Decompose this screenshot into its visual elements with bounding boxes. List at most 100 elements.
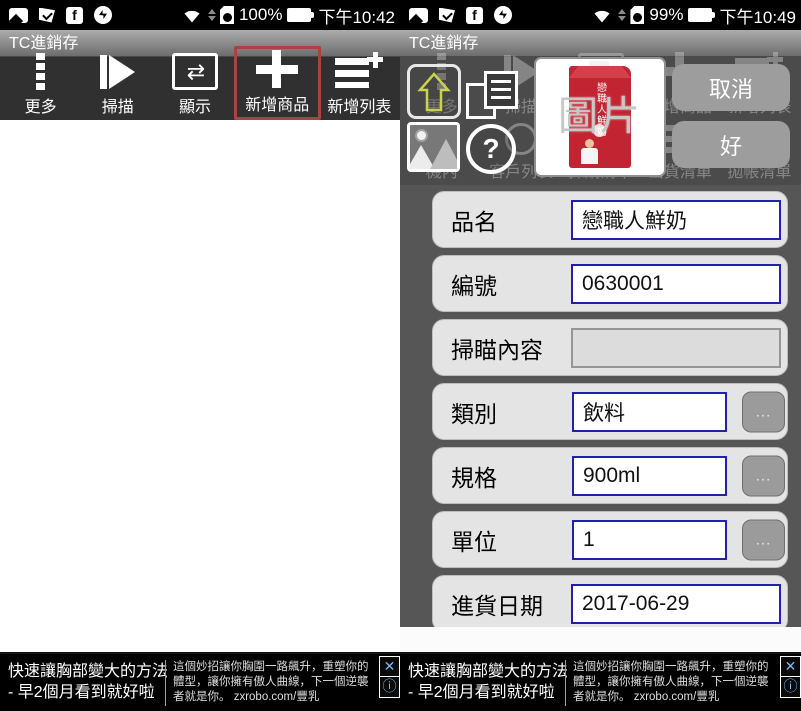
battery-percent: 99% — [649, 5, 683, 25]
toolbar: 更多 掃描 ⇄ 顯示 新增商品 新增列表 — [0, 57, 400, 120]
purchase-date-input[interactable] — [571, 584, 781, 624]
wifi-icon — [181, 7, 203, 24]
more-icon — [36, 53, 45, 90]
photos-check-icon — [39, 8, 55, 23]
dual-screenshot: f 100% 下午10:42 TC進銷存 更多 掃描 — [0, 0, 801, 711]
image-watermark: 圖片 — [536, 83, 664, 141]
product-image-preview[interactable]: 戀職人鮮奶 圖片 — [534, 57, 666, 177]
notification-icons: f — [400, 6, 512, 24]
unit-input[interactable] — [572, 520, 727, 560]
field-label: 規格 — [451, 459, 497, 493]
toolbar-label: 更多 — [25, 93, 57, 117]
form-bottom-gap — [400, 627, 801, 652]
help-button[interactable]: ? — [466, 124, 516, 174]
add-list-icon — [335, 52, 383, 90]
ad-info-icon[interactable]: ⓘ — [780, 677, 801, 698]
scan-icon — [100, 53, 135, 90]
form-row-category: 類別 ... — [432, 383, 788, 440]
clock: 下午10:49 — [719, 3, 796, 28]
messenger-icon — [94, 6, 112, 24]
swap-arrows-icon: ⇄ — [172, 53, 218, 90]
notification-icons: f — [0, 6, 112, 24]
ad-divider — [165, 660, 166, 706]
field-label: 單位 — [451, 523, 497, 557]
form-row-unit: 單位 ... — [432, 511, 788, 568]
ad-headline: 快速讓胸部變大的方法 - 早2個月看到就好啦 — [400, 662, 563, 704]
field-label: 類別 — [451, 395, 497, 429]
toolbar-label: 顯示 — [179, 93, 211, 117]
toolbar-label: 新增列表 — [327, 93, 391, 117]
ad-banner[interactable]: 快速讓胸部變大的方法 - 早2個月看到就好啦 這個妙招讓你胸圍一路飆升，重塑你的… — [0, 652, 400, 711]
product-code-input[interactable] — [571, 264, 781, 304]
spec-picker-button[interactable]: ... — [742, 455, 785, 496]
toolbar-label: 新增商品 — [245, 91, 309, 115]
carton-model-body — [581, 148, 598, 164]
unit-picker-button[interactable]: ... — [742, 519, 785, 560]
product-name-input[interactable] — [571, 200, 781, 240]
product-form: 品名 編號 掃瞄內容 類別 ... 規格 ... 單位 — [400, 185, 801, 627]
status-bar: f 100% 下午10:42 — [0, 0, 400, 30]
field-label: 編號 — [451, 267, 497, 301]
ad-body: 這個妙招讓你胸圍一路飆升，重塑你的體型，讓你擁有傲人曲線，下一個逆襲者就是你。 … — [573, 660, 801, 706]
form-row-purchase-date: 進貨日期 — [432, 575, 788, 627]
copy-image-button[interactable] — [466, 71, 520, 119]
cancel-button[interactable]: 取消 — [672, 64, 790, 111]
toolbar-item-add-list[interactable]: 新增列表 — [321, 52, 398, 120]
form-row-spec: 規格 ... — [432, 447, 788, 504]
ad-controls: ✕ ⓘ — [780, 656, 801, 698]
toolbar-label: 掃描 — [102, 93, 134, 117]
sdcard-icon — [630, 6, 644, 24]
ad-headline-line2: - 早2個月看到就好啦 — [408, 683, 563, 704]
sun-icon — [417, 131, 426, 140]
field-label: 掃瞄內容 — [451, 331, 543, 365]
wifi-icon — [591, 7, 613, 24]
ad-close-icon[interactable]: ✕ — [780, 656, 801, 677]
toolbar-item-scan[interactable]: 掃描 — [79, 53, 156, 120]
battery-icon — [688, 8, 712, 22]
toolbar-item-more[interactable]: 更多 — [2, 53, 79, 120]
screenshot-icon — [9, 8, 28, 23]
ad-controls: ✕ ⓘ — [379, 656, 400, 698]
plus-icon — [256, 50, 298, 88]
screen-right: f 99% 下午10:49 TC進銷存 更多 — [400, 0, 801, 711]
question-mark-icon: ? — [482, 133, 499, 165]
toolbar-item-display[interactable]: ⇄ 顯示 — [156, 53, 233, 120]
ad-headline-line1: 快速讓胸部變大的方法 — [8, 662, 163, 683]
data-arrows-icon — [208, 9, 216, 21]
screenshot-icon — [409, 8, 428, 23]
field-label: 進貨日期 — [451, 587, 543, 621]
copy-front-page — [484, 71, 518, 109]
form-row-scan-content: 掃瞄內容 — [432, 319, 788, 376]
battery-icon — [287, 8, 311, 22]
ad-close-icon[interactable]: ✕ — [379, 656, 400, 677]
facebook-icon: f — [66, 7, 83, 24]
gallery-icon-button[interactable] — [407, 122, 460, 172]
form-row-product-name: 品名 — [432, 191, 788, 248]
battery-percent: 100% — [239, 5, 282, 25]
sdcard-icon — [220, 6, 234, 24]
status-bar: f 99% 下午10:49 — [400, 0, 801, 30]
upload-image-button[interactable] — [407, 64, 461, 119]
ok-button[interactable]: 好 — [672, 121, 790, 168]
toolbar-item-add-product[interactable]: 新增商品 — [234, 46, 321, 120]
screen-left: f 100% 下午10:42 TC進銷存 更多 掃描 — [0, 0, 400, 711]
up-arrow-icon — [417, 72, 451, 112]
messenger-icon — [494, 6, 512, 24]
photos-check-icon — [439, 8, 455, 23]
data-arrows-icon — [618, 9, 626, 21]
ad-headline-line1: 快速讓胸部變大的方法 — [408, 662, 563, 683]
spec-input[interactable] — [572, 456, 727, 496]
ad-info-icon[interactable]: ⓘ — [379, 677, 400, 698]
system-status: 99% 下午10:49 — [591, 3, 801, 28]
field-label: 品名 — [451, 203, 497, 237]
ad-banner[interactable]: 快速讓胸部變大的方法 - 早2個月看到就好啦 這個妙招讓你胸圍一路飆升，重塑你的… — [400, 652, 801, 711]
category-picker-button[interactable]: ... — [742, 391, 785, 432]
mountain-shape — [429, 139, 460, 171]
system-status: 100% 下午10:42 — [181, 3, 400, 28]
category-input[interactable] — [572, 392, 727, 432]
ad-headline: 快速讓胸部變大的方法 - 早2個月看到就好啦 — [0, 662, 163, 704]
carton-gable — [569, 66, 631, 78]
ad-body: 這個妙招讓你胸圍一路飆升，重塑你的體型，讓你擁有傲人曲線，下一個逆襲者就是你。 … — [173, 660, 400, 706]
ad-headline-line2: - 早2個月看到就好啦 — [8, 683, 163, 704]
facebook-icon: f — [466, 7, 483, 24]
